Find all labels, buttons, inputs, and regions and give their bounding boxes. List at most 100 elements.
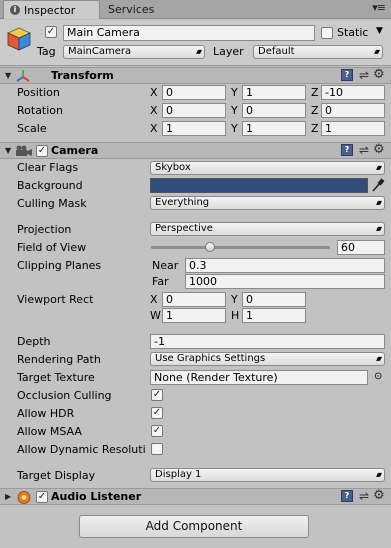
position-y-field[interactable]: 1 (242, 85, 306, 100)
allow-hdr-checkbox[interactable]: ✓ (151, 407, 163, 419)
axis-x-label[interactable]: X (150, 104, 158, 118)
far-label[interactable]: Far (152, 275, 169, 289)
tab-bar: i Inspector Services ▾≡ (0, 0, 391, 19)
static-checkbox[interactable] (321, 27, 333, 39)
scale-z-field[interactable]: 1 (321, 121, 385, 136)
clear-flags-dropdown[interactable]: Skybox ▴▾ (150, 161, 385, 175)
allow-dynamic-resolution-checkbox[interactable] (151, 443, 163, 455)
viewport-w-label[interactable]: W (150, 309, 161, 323)
far-field[interactable]: 1000 (185, 274, 385, 289)
allow-dynamic-resolution-label: Allow Dynamic Resoluti (17, 443, 146, 456)
target-display-dropdown[interactable]: Display 1 ▴▾ (150, 468, 385, 482)
updown-arrow-icon: ▴▾ (195, 47, 202, 56)
depth-field[interactable]: -1 (150, 334, 385, 349)
camera-enabled-checkbox[interactable]: ✓ (36, 145, 48, 157)
rendering-path-dropdown[interactable]: Use Graphics Settings ▴▾ (150, 352, 385, 366)
gear-icon[interactable]: ⚙ (373, 142, 385, 157)
scale-label: Scale (17, 122, 47, 135)
viewport-h-label[interactable]: H (231, 309, 239, 323)
axis-y-label[interactable]: Y (231, 86, 238, 100)
rotation-x-field[interactable]: 0 (162, 103, 226, 118)
tag-dropdown[interactable]: MainCamera ▴▾ (63, 45, 205, 59)
updown-arrow-icon: ▴▾ (375, 224, 382, 233)
projection-label: Projection (17, 223, 72, 236)
layer-dropdown[interactable]: Default ▴▾ (253, 45, 383, 59)
foldout-arrow-icon[interactable]: ▼ (5, 143, 11, 159)
updown-arrow-icon: ▴▾ (375, 163, 382, 172)
viewport-h-field[interactable]: 1 (242, 308, 306, 323)
foldout-arrow-icon[interactable]: ▼ (5, 68, 11, 84)
viewport-w-field[interactable]: 1 (162, 308, 226, 323)
gear-icon[interactable]: ⚙ (373, 67, 385, 82)
target-texture-field[interactable]: None (Render Texture) (150, 370, 368, 385)
updown-arrow-icon: ▴▾ (375, 354, 382, 363)
viewport-y-label[interactable]: Y (231, 293, 238, 307)
scale-y-field[interactable]: 1 (242, 121, 306, 136)
camera-header[interactable]: ▼ ✓ Camera ? ⇌ ⚙ (0, 142, 391, 159)
culling-mask-dropdown[interactable]: Everything ▴▾ (150, 196, 385, 210)
audio-listener-header[interactable]: ▶ ✓ Audio Listener ? ⇌ ⚙ (0, 488, 391, 505)
eyedropper-icon[interactable] (371, 178, 385, 193)
allow-msaa-label: Allow MSAA (17, 425, 82, 438)
target-display-label: Target Display (17, 469, 96, 482)
position-label: Position (17, 86, 60, 99)
static-dropdown-chevron-icon[interactable]: ▼ (376, 26, 383, 36)
scale-x-field[interactable]: 1 (162, 121, 226, 136)
active-checkbox[interactable]: ✓ (45, 26, 57, 38)
tab-services[interactable]: Services (108, 0, 154, 19)
preset-sliders-icon[interactable]: ⇌ (359, 68, 369, 82)
occlusion-culling-checkbox[interactable]: ✓ (151, 389, 163, 401)
preset-sliders-icon[interactable]: ⇌ (359, 489, 369, 503)
help-book-icon[interactable]: ? (341, 490, 353, 502)
object-name-field[interactable]: Main Camera (63, 25, 315, 41)
layer-label: Layer (213, 45, 244, 58)
projection-dropdown[interactable]: Perspective ▴▾ (150, 222, 385, 236)
rendering-path-label: Rendering Path (17, 353, 101, 366)
near-field[interactable]: 0.3 (185, 258, 385, 273)
axis-y-label[interactable]: Y (231, 122, 238, 136)
preset-sliders-icon[interactable]: ⇌ (359, 143, 369, 157)
object-picker-icon[interactable]: ⊙ (374, 370, 382, 384)
clear-flags-label: Clear Flags (17, 161, 79, 174)
transform-title: Transform (51, 69, 114, 82)
gear-icon[interactable]: ⚙ (373, 488, 385, 503)
near-label[interactable]: Near (152, 259, 178, 273)
axis-x-label[interactable]: X (150, 122, 158, 136)
rotation-z-field[interactable]: 0 (321, 103, 385, 118)
tab-inspector-label: Inspector (24, 4, 76, 17)
axis-y-label[interactable]: Y (231, 104, 238, 118)
depth-label: Depth (17, 335, 51, 348)
fov-slider-thumb[interactable] (205, 242, 215, 252)
culling-mask-label: Culling Mask (17, 197, 87, 210)
updown-arrow-icon: ▴▾ (375, 470, 382, 479)
position-z-field[interactable]: -10 (321, 85, 385, 100)
layer-value: Default (258, 46, 295, 57)
position-x-field[interactable]: 0 (162, 85, 226, 100)
viewport-x-label[interactable]: X (150, 293, 158, 307)
axis-z-label[interactable]: Z (311, 104, 319, 118)
tab-inspector[interactable]: i Inspector (3, 0, 100, 19)
rotation-y-field[interactable]: 0 (242, 103, 306, 118)
axis-x-label[interactable]: X (150, 86, 158, 100)
transform-header[interactable]: ▼ Transform ? ⇌ ⚙ (0, 67, 391, 84)
add-component-button[interactable]: Add Component (79, 515, 309, 538)
occlusion-culling-label: Occlusion Culling (17, 389, 112, 402)
projection-value: Perspective (155, 223, 213, 234)
allow-msaa-checkbox[interactable]: ✓ (151, 425, 163, 437)
info-icon: i (10, 5, 20, 15)
help-book-icon[interactable]: ? (341, 69, 353, 81)
help-book-icon[interactable]: ? (341, 144, 353, 156)
audio-listener-enabled-checkbox[interactable]: ✓ (36, 491, 48, 503)
panel-menu-icon[interactable]: ▾≡ (372, 1, 386, 14)
foldout-arrow-icon[interactable]: ▶ (5, 489, 11, 505)
background-color-swatch[interactable] (150, 178, 368, 193)
fov-label: Field of View (17, 241, 87, 254)
axis-z-label[interactable]: Z (311, 122, 319, 136)
fov-slider-track[interactable] (151, 246, 330, 249)
transform-axes-icon (16, 70, 30, 82)
viewport-rect-label: Viewport Rect (17, 293, 94, 306)
viewport-y-field[interactable]: 0 (242, 292, 306, 307)
viewport-x-field[interactable]: 0 (162, 292, 226, 307)
fov-value-field[interactable]: 60 (337, 240, 385, 255)
axis-z-label[interactable]: Z (311, 86, 319, 100)
